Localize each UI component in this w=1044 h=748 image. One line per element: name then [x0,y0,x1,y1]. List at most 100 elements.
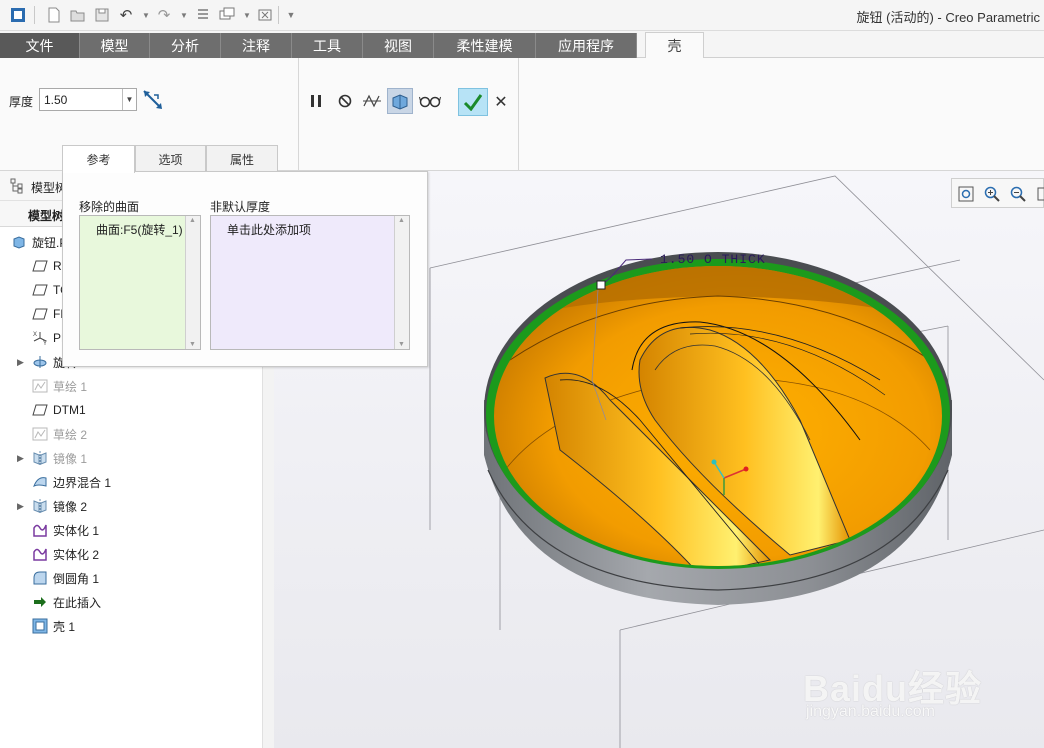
insert-here-arrow-icon [32,594,48,610]
tree-item[interactable]: 实体化 1 [0,519,273,541]
dimension-handle[interactable] [596,280,606,290]
tab-properties[interactable]: 属性 [206,145,278,172]
tree-item-label: 在此插入 [53,595,102,610]
redo-dropdown-icon[interactable]: ▼ [174,4,194,26]
tree-item[interactable]: ▶ 镜像 1 [0,447,273,469]
tree-item[interactable]: 实体化 2 [0,543,273,565]
geometry-preview-icon[interactable] [387,88,413,114]
round-icon [32,570,48,586]
windows-icon[interactable] [217,4,237,26]
thickness-label: 厚度 [9,95,34,109]
new-file-icon[interactable] [44,4,64,26]
no-preview-icon[interactable] [332,88,358,114]
revolve-icon [32,354,48,370]
zoom-out-icon[interactable] [1007,183,1029,205]
close-window-icon[interactable] [255,4,275,26]
customize-toolbar-icon[interactable]: ▼ [281,4,301,26]
sketch-icon [32,378,48,394]
non-default-thickness-list[interactable]: 单击此处添加项 [210,215,410,350]
repaint-icon[interactable] [1032,183,1044,205]
tree-item[interactable]: 壳 1 [0,615,273,637]
tab-tools[interactable]: 工具 [292,33,363,58]
svg-text:Y: Y [43,341,47,346]
sketch-icon [32,426,48,442]
tree-item[interactable]: 倒圆角 1 [0,567,273,589]
removed-surfaces-label: 移除的曲面 [79,200,140,214]
window-title: 旋钮 (活动的) - Creo Parametric [856,10,1040,25]
save-icon[interactable] [92,4,112,26]
non-default-thickness-label: 非默认厚度 [210,200,271,214]
watermark-url: jingyan.baidu.com [806,703,935,720]
tree-item-label: 边界混合 1 [53,475,112,490]
tree-item[interactable]: ▶ 镜像 2 [0,495,273,517]
pause-icon[interactable] [303,88,329,114]
undo-icon[interactable]: ↶ [116,4,136,26]
tab-view[interactable]: 视图 [363,33,434,58]
tree-item[interactable]: DTM1 [0,399,273,421]
thickness-dimension-label[interactable]: 1.50 O THICK [660,252,766,267]
removed-surfaces-scrollbar[interactable] [185,216,200,349]
model-tree-column-label: 模型树 [28,209,65,223]
open-file-icon[interactable] [68,4,88,26]
tab-file[interactable]: 文件 [0,33,80,58]
csys-icon: XY [32,330,48,346]
mirror-icon [32,498,48,514]
thickness-combobox[interactable]: 1.50 ▼ [39,88,137,111]
tab-model[interactable]: 模型 [80,33,150,58]
attached-preview-icon[interactable] [359,88,385,114]
mirror-icon [32,450,48,466]
tree-item-label: 镜像 2 [53,499,88,514]
solidify-icon [32,522,48,538]
tab-annotate[interactable]: 注释 [221,33,292,58]
part-icon [11,234,27,250]
tab-applications[interactable]: 应用程序 [536,33,637,58]
view-toolbar [951,178,1044,208]
tree-item-label: 实体化 2 [53,547,100,562]
expand-arrow-icon[interactable]: ▶ [17,501,24,512]
app-menu-icon[interactable] [8,4,28,26]
datum-plane-icon [32,306,48,322]
ok-checkmark-button[interactable] [458,88,488,116]
tab-analysis[interactable]: 分析 [150,33,221,58]
flip-direction-icon[interactable] [141,88,165,112]
non-default-thickness-scrollbar[interactable] [394,216,409,349]
tree-item[interactable]: 在此插入 [0,591,273,613]
expand-arrow-icon[interactable]: ▶ [17,453,24,464]
tree-item-label: 壳 1 [53,619,76,634]
title-bar: ↶ ▼ ↷ ▼ ▼ ▼ 旋钮 (活动的) - Creo Parametric [0,0,1044,31]
tree-item-label: 镜像 1 [53,451,88,466]
solidify-icon [32,546,48,562]
chevron-down-icon[interactable]: ▼ [122,89,136,110]
refit-icon[interactable] [955,183,977,205]
expand-arrow-icon[interactable]: ▶ [17,357,24,368]
cancel-close-icon[interactable]: ✕ [491,91,511,113]
undo-dropdown-icon[interactable]: ▼ [136,4,156,26]
removed-surface-item[interactable]: 曲面:F5(旋转_1) [96,221,183,238]
tab-flexible-modeling[interactable]: 柔性建模 [434,33,536,58]
tree-item-label: 草绘 1 [53,379,88,394]
tab-options[interactable]: 选项 [135,145,206,172]
windows-dropdown-icon[interactable]: ▼ [237,4,257,26]
tree-item[interactable]: 边界混合 1 [0,471,273,493]
removed-surfaces-list[interactable]: 曲面:F5(旋转_1) [79,215,201,350]
tree-item[interactable]: 草绘 2 [0,423,273,445]
tree-item-label: 草绘 2 [53,427,88,442]
add-item-placeholder[interactable]: 单击此处添加项 [227,221,311,238]
tab-references[interactable]: 参考 [62,145,135,173]
regenerate-icon[interactable] [193,4,213,26]
shell-icon [32,618,48,634]
tree-item[interactable]: 草绘 1 [0,375,273,397]
datum-plane-icon [32,402,48,418]
tree-item-label: 倒圆角 1 [53,571,100,586]
redo-icon[interactable]: ↷ [154,4,174,26]
datum-plane-icon [32,282,48,298]
tree-item-label: DTM1 [53,403,86,417]
boundary-blend-icon [32,474,48,490]
tab-shell[interactable]: 壳 [645,32,704,59]
model-tree-icon[interactable] [10,178,24,197]
verify-mode-glasses-icon[interactable] [417,88,443,114]
svg-text:X: X [33,332,37,338]
zoom-in-icon[interactable] [981,183,1003,205]
datum-plane-icon [32,258,48,274]
thickness-value[interactable]: 1.50 [40,93,122,107]
